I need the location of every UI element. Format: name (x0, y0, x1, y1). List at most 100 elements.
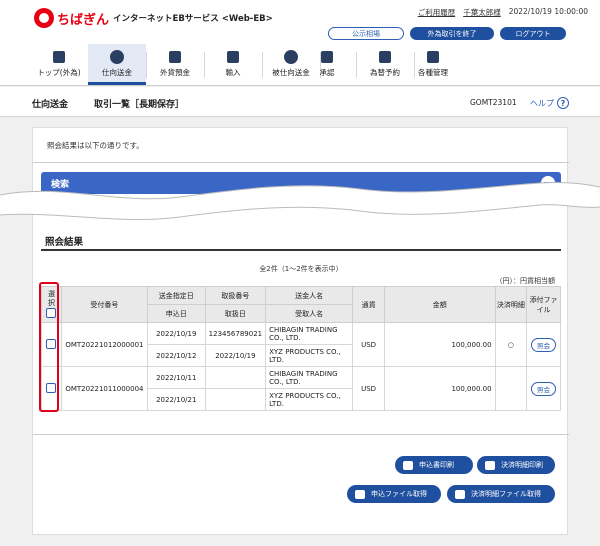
usage-history-link[interactable]: ご利用履歴 (418, 7, 456, 18)
view-attachment-button[interactable]: 照会 (531, 381, 557, 396)
nav-import[interactable]: 輸入 (204, 44, 262, 85)
deposit-icon (167, 50, 183, 64)
nav-label: 承認 (319, 68, 335, 77)
amount: 100,000.00 (383, 322, 496, 367)
handling-date: 2022/10/19 (204, 344, 267, 367)
table-row: OMT20221012000001 2022/10/19 12345678902… (41, 322, 561, 367)
remitter-name: CHIBAGIN TRADING CO., LTD. (265, 366, 354, 389)
currency: USD (352, 366, 385, 411)
result-notice: 照会結果は以下の通りです。 (47, 141, 144, 150)
designated-date: 2022/10/19 (146, 322, 206, 345)
printer-icon (403, 460, 413, 470)
table-row: OMT20221011000004 2022/10/11 CHIBAGIN TR… (41, 366, 561, 411)
print-settlement-label: 決済明細印刷 (501, 461, 543, 469)
col-currency: 通貨 (352, 286, 385, 323)
col-amount: 金額 (383, 286, 496, 323)
remitter-name: CHIBAGIN TRADING CO., LTD. (265, 322, 354, 345)
nav-label: 仕向送金 (102, 68, 132, 77)
nav-label: 各種管理 (418, 68, 448, 77)
divider (33, 434, 569, 435)
nav-management[interactable]: 各種管理 (404, 44, 462, 85)
handling-date (204, 388, 267, 411)
table-header-row: 選択 受付番号 送金指定日 取扱番号 送金人名 通貨 金額 決済明細 添付ファイ… (41, 286, 561, 323)
result-count: 全2件（1～2件を表示中） (259, 265, 343, 273)
page-header: 仕向送金 取引一覧［長期保存］ GOMT23101 ヘルプ ? (0, 87, 600, 117)
get-application-file-label: 申込ファイル取得 (371, 490, 427, 498)
get-application-file-button[interactable]: 申込ファイル取得 (347, 485, 441, 503)
settlement-detail: ○ (494, 322, 528, 367)
col-attachment: 添付ファイル (526, 286, 561, 323)
nav-approve[interactable]: 承認 (298, 44, 356, 85)
import-icon (225, 50, 241, 64)
results-title-underline (41, 249, 561, 251)
page-title: 取引一覧［長期保存］ (94, 100, 185, 110)
handling-no (204, 366, 267, 389)
view-attachment-button[interactable]: 照会 (531, 337, 557, 352)
question-icon: ? (557, 97, 569, 109)
torn-edge-divider (0, 182, 600, 221)
apply-date: 2022/10/21 (146, 388, 206, 411)
get-settlement-file-button[interactable]: 決済明細ファイル取得 (447, 485, 555, 503)
bank-logo-mark (34, 8, 54, 28)
file-download-icon (455, 489, 465, 499)
col-settlement: 決済明細 (494, 286, 528, 323)
top-header: ちばぎん インターネットEBサービス <Web-EB> ご利用履歴 千葉太郎様 … (0, 0, 600, 44)
service-name: インターネットEBサービス <Web-EB> (113, 14, 273, 24)
print-application-button[interactable]: 申込書印刷 (395, 456, 473, 474)
attachment-cell: 照会 (526, 322, 561, 367)
nav-fx-deposit[interactable]: 外貨預金 (146, 44, 204, 85)
col-remitter: 送金人名 (265, 286, 354, 305)
results-title: 照会結果 (45, 237, 84, 248)
breadcrumb: 仕向送金 (32, 100, 69, 110)
nav-remittance[interactable]: 仕向送金 (88, 44, 146, 85)
remittance-icon (109, 50, 125, 64)
col-handling-date: 取扱日 (204, 304, 267, 323)
attachment-cell: 照会 (526, 366, 561, 411)
col-handling-no: 取扱番号 (204, 286, 267, 305)
exchange-rate-button[interactable]: 公示相場 (328, 27, 404, 40)
header-buttons: 公示相場 外為取引を終了 ログアウト (328, 27, 566, 40)
nav-label: 為替予約 (370, 68, 400, 77)
beneficiary-name: XYZ PRODUCTS CO., LTD. (265, 344, 354, 367)
beneficiary-name: XYZ PRODUCTS CO., LTD. (265, 388, 354, 411)
currency-unit-note: （円）：円貨相当額 (495, 277, 556, 285)
home-icon (51, 50, 67, 64)
end-fx-button[interactable]: 外為取引を終了 (410, 27, 494, 40)
col-receipt-no: 受付番号 (60, 286, 148, 323)
nav-label: 輸入 (225, 68, 241, 77)
handling-no: 123456789021 (204, 322, 267, 345)
approve-icon (319, 50, 335, 64)
screen-code: GOMT23101 (470, 98, 517, 107)
main-nav: トップ(外為) 仕向送金 外貨預金 輸入 被仕向送金 承認 為替予約 各種管理 (0, 44, 600, 86)
help-label: ヘルプ (530, 98, 554, 108)
receipt-no: OMT20221011000004 (60, 366, 148, 411)
help-link[interactable]: ヘルプ ? (530, 97, 569, 109)
nav-top-fx[interactable]: トップ(外為) (30, 44, 88, 85)
inbound-icon (283, 50, 299, 64)
bank-logo-text: ちばぎん (57, 12, 110, 28)
amount: 100,000.00 (383, 366, 496, 411)
divider (33, 162, 569, 163)
bank-logo: ちばぎん インターネットEBサービス <Web-EB> (34, 8, 273, 28)
manage-icon (425, 50, 441, 64)
login-datetime: 2022/10/19 10:00:00 (508, 7, 588, 16)
nav-label: 外貨預金 (160, 68, 190, 77)
apply-date: 2022/10/12 (146, 344, 206, 367)
results-table: 選択 受付番号 送金指定日 取扱番号 送金人名 通貨 金額 決済明細 添付ファイ… (41, 286, 561, 411)
printer-icon (485, 460, 495, 470)
logout-button[interactable]: ログアウト (500, 27, 566, 40)
col-beneficiary: 受取人名 (265, 304, 354, 323)
print-settlement-button[interactable]: 決済明細印刷 (477, 456, 555, 474)
receipt-no: OMT20221012000001 (60, 322, 148, 367)
file-download-icon (355, 489, 365, 499)
designated-date: 2022/10/11 (146, 366, 206, 389)
col-apply-date: 申込日 (146, 304, 206, 323)
currency: USD (352, 322, 385, 367)
select-column-highlight (39, 282, 59, 412)
user-area: ご利用履歴 千葉太郎様 2022/10/19 10:00:00 (418, 7, 588, 18)
nav-label: トップ(外為) (37, 68, 81, 77)
print-application-label: 申込書印刷 (419, 461, 454, 469)
user-name[interactable]: 千葉太郎様 (463, 7, 501, 18)
col-designated-date: 送金指定日 (146, 286, 206, 305)
get-settlement-file-label: 決済明細ファイル取得 (471, 490, 541, 498)
